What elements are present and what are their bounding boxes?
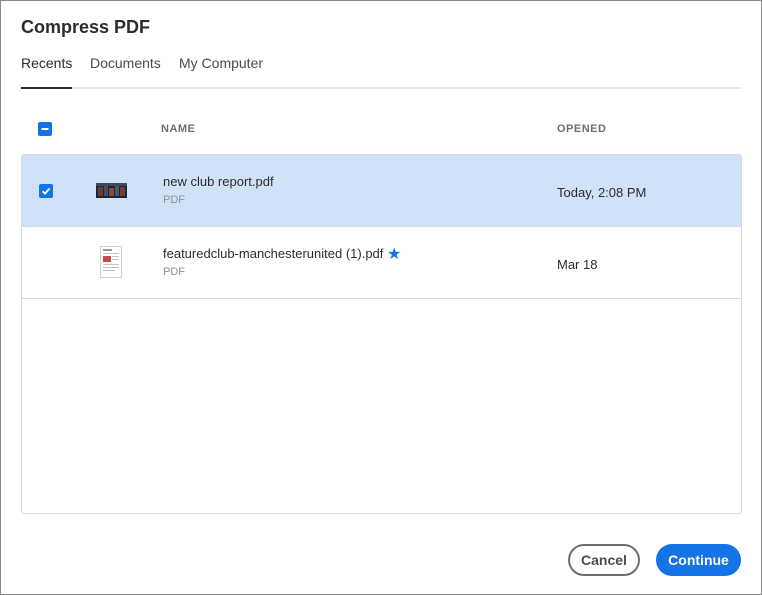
file-row[interactable]: new club report.pdf PDF Today, 2:08 PM (22, 155, 741, 227)
list-header: NAME OPENED (21, 113, 741, 145)
row-checkbox[interactable] (39, 184, 53, 198)
cancel-button[interactable]: Cancel (568, 544, 640, 576)
star-icon[interactable]: ★ (387, 244, 401, 264)
dialog-title: Compress PDF (21, 17, 151, 37)
tab-my-computer[interactable]: My Computer (179, 55, 263, 85)
file-opened-date: Today, 2:08 PM (557, 185, 647, 200)
checkmark-icon (41, 187, 51, 195)
minus-icon (41, 128, 49, 130)
column-header-name[interactable]: NAME (161, 123, 195, 135)
file-type: PDF (163, 194, 185, 206)
document-thumbnail-icon (100, 246, 122, 278)
file-type: PDF (163, 266, 185, 278)
file-row[interactable]: featuredclub-manchesterunited (1).pdf ★ … (22, 227, 741, 299)
compress-pdf-dialog: Compress PDF Recents Documents My Comput… (0, 0, 762, 595)
file-list: new club report.pdf PDF Today, 2:08 PM f… (21, 154, 742, 514)
file-name: new club report.pdf (163, 174, 274, 189)
tab-bar: Recents Documents My Computer (21, 51, 741, 89)
photo-thumbnail-icon (96, 183, 127, 198)
tab-documents[interactable]: Documents (90, 55, 161, 85)
tab-recents[interactable]: Recents (21, 55, 73, 89)
file-name: featuredclub-manchesterunited (1).pdf (163, 246, 384, 261)
column-header-opened[interactable]: OPENED (557, 123, 606, 135)
file-opened-date: Mar 18 (557, 257, 598, 272)
select-all-checkbox[interactable] (38, 122, 52, 136)
continue-button[interactable]: Continue (656, 544, 741, 576)
